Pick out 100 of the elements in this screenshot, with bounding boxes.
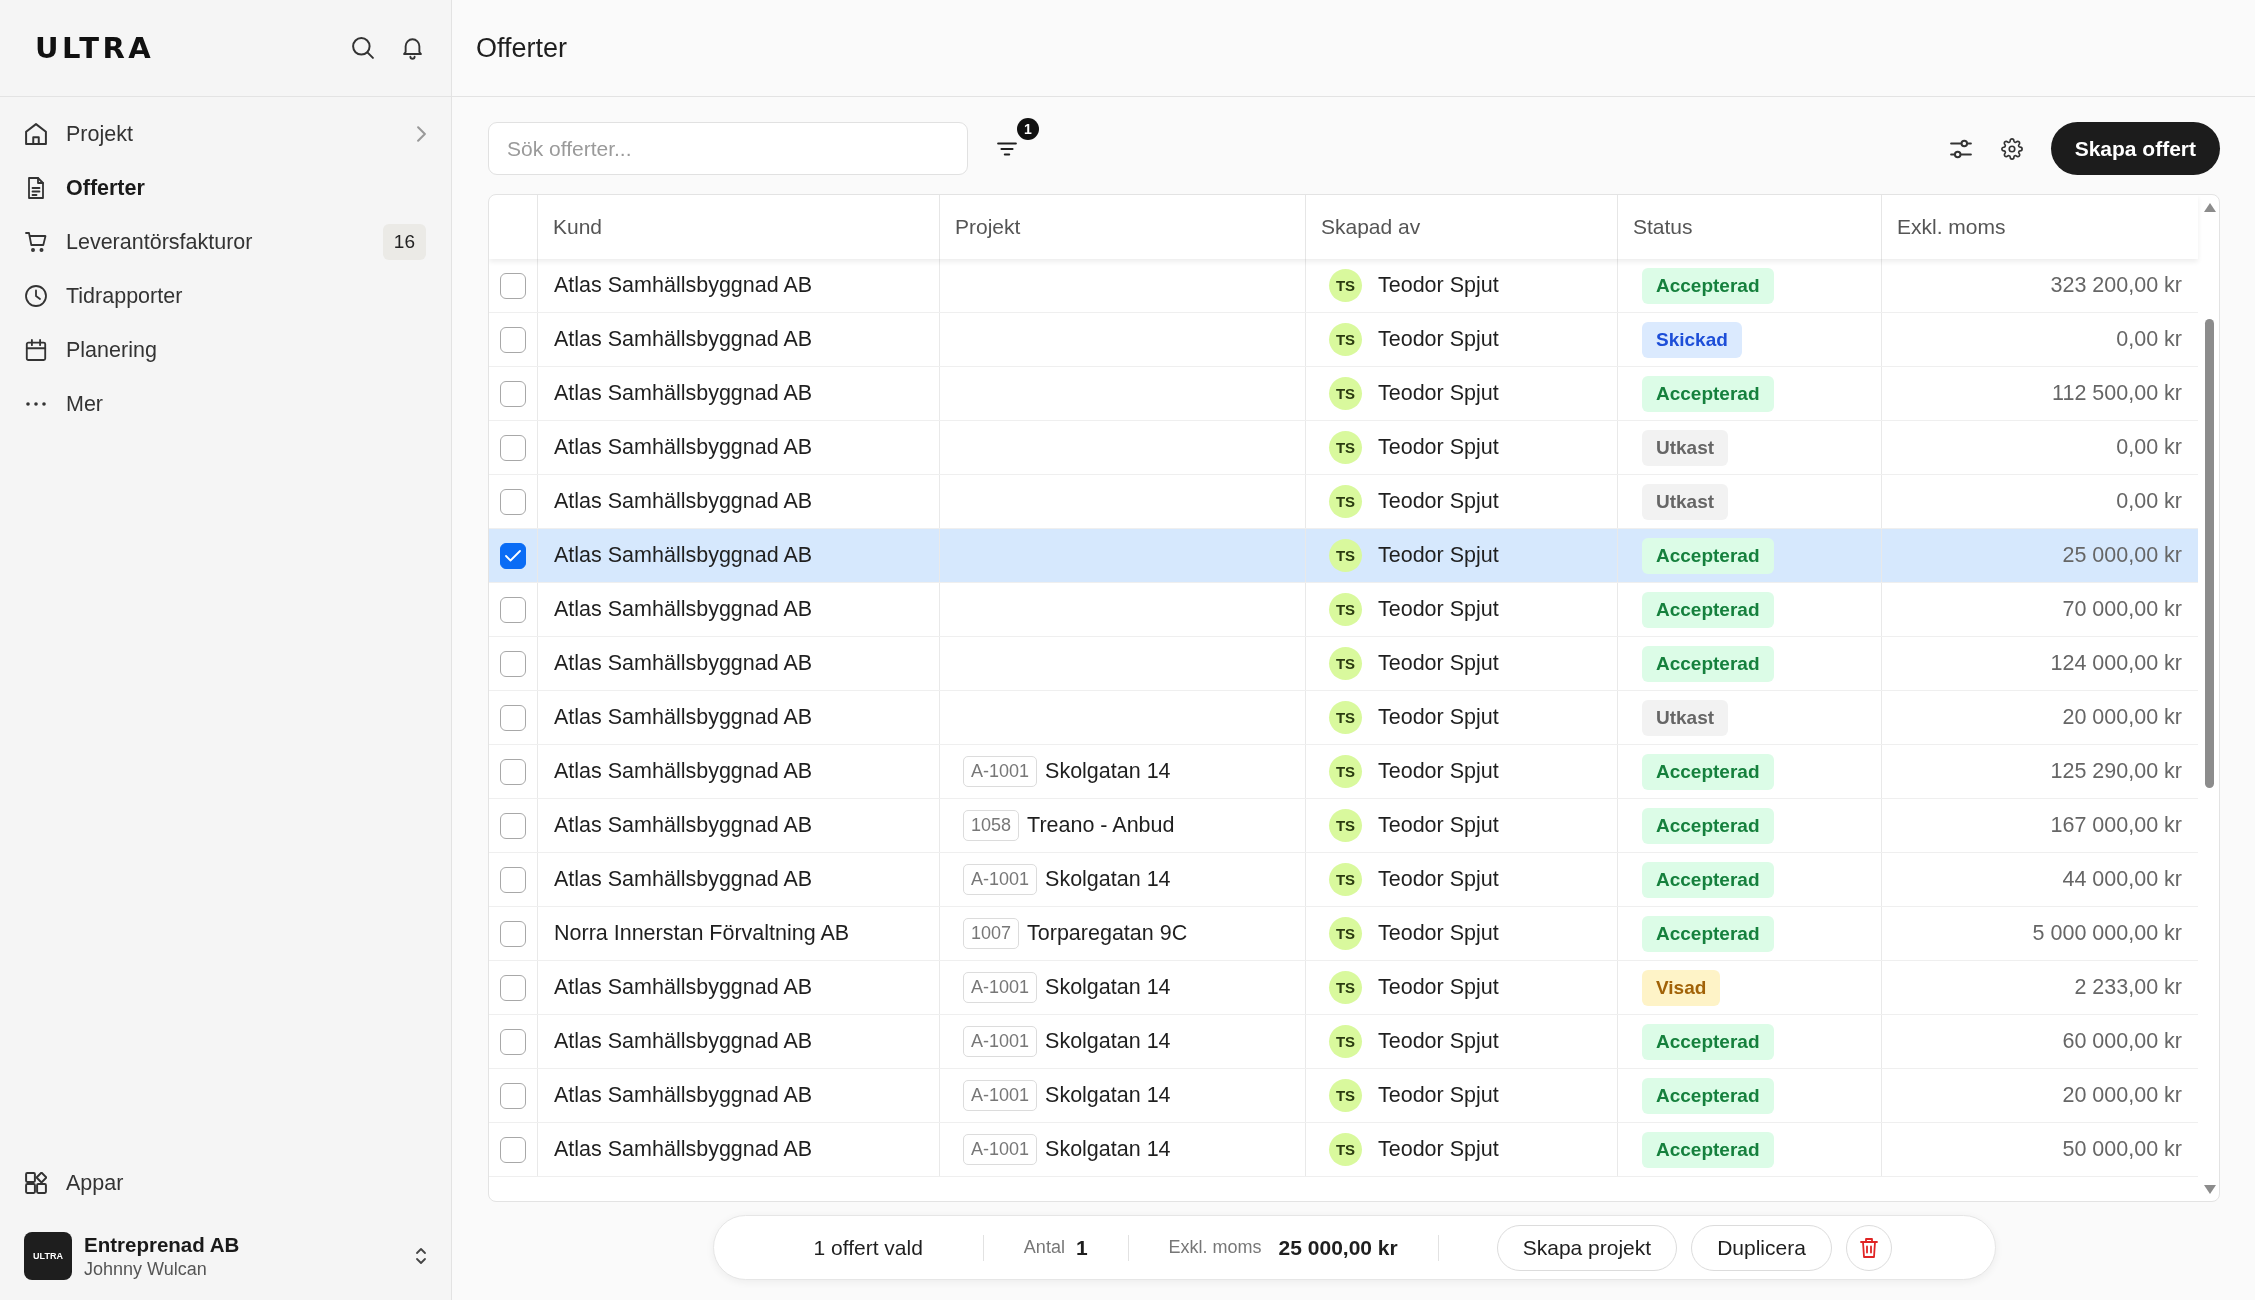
- status-tag: Accepterad: [1642, 375, 1774, 412]
- nav-item[interactable]: Offerter: [24, 161, 426, 215]
- document-icon: [25, 177, 47, 199]
- more-dots-icon: [26, 402, 46, 406]
- creator-name: Teodor Spjut: [1378, 597, 1499, 622]
- table-cell: Atlas Samhällsbyggnad AB: [537, 637, 939, 690]
- nav-item[interactable]: Planering: [24, 323, 426, 377]
- logo: ULTRA: [35, 31, 155, 65]
- checkbox[interactable]: [500, 326, 526, 353]
- company-name: Entreprenad AB: [84, 1232, 240, 1257]
- nav-item[interactable]: Tidrapporter: [24, 269, 426, 323]
- selection-summary: 1 offert vald: [813, 1235, 923, 1260]
- create-offer-button[interactable]: Skapa offert: [2050, 122, 2220, 175]
- count-label: Antal: [1023, 1237, 1065, 1258]
- checkbox[interactable]: [500, 1028, 526, 1055]
- checkbox[interactable]: [500, 380, 526, 407]
- table-cell: 70 000,00 kr: [1881, 583, 2198, 636]
- checkbox[interactable]: [500, 272, 526, 299]
- avatar: TS: [1329, 1025, 1362, 1058]
- creator-name: Teodor Spjut: [1378, 759, 1499, 784]
- table-cell: 2 233,00 kr: [1881, 961, 2198, 1014]
- action-button[interactable]: Skapa projekt: [1496, 1224, 1678, 1271]
- up-arrow-icon[interactable]: [2203, 203, 2216, 212]
- action-button[interactable]: Duplicera: [1691, 1224, 1832, 1271]
- checkbox[interactable]: [500, 650, 526, 677]
- avatar: TS: [1329, 809, 1362, 842]
- home-icon: [25, 123, 47, 145]
- checkbox[interactable]: [500, 704, 526, 731]
- table-cell: 20 000,00 kr: [1881, 1069, 2198, 1122]
- avatar: TS: [1329, 971, 1362, 1004]
- column-header[interactable]: Kund: [537, 195, 939, 259]
- avatar: TS: [1329, 539, 1362, 572]
- chevron-up-down-icon[interactable]: [415, 1246, 427, 1266]
- table-cell: Atlas Samhällsbyggnad AB: [537, 1069, 939, 1122]
- column-header[interactable]: Skapad av: [1305, 195, 1617, 259]
- checkbox[interactable]: [500, 974, 526, 1001]
- status-tag: Accepterad: [1642, 591, 1774, 628]
- avatar: TS: [1329, 485, 1362, 518]
- checkbox[interactable]: [500, 596, 526, 623]
- checkbox[interactable]: [500, 758, 526, 785]
- checkbox[interactable]: [500, 866, 526, 893]
- column-header[interactable]: Exkl. moms: [1881, 195, 2198, 259]
- creator-name: Teodor Spjut: [1378, 489, 1499, 514]
- nav-item[interactable]: Appar: [24, 1156, 426, 1210]
- avatar: TS: [1329, 323, 1362, 356]
- table-cell: Atlas Samhällsbyggnad AB: [537, 475, 939, 528]
- status-tag: Accepterad: [1642, 537, 1774, 574]
- status-tag: Skickad: [1642, 321, 1742, 358]
- cart-icon: [25, 231, 47, 253]
- checkbox[interactable]: [500, 488, 526, 515]
- project-name: Torparegatan 9C: [1027, 921, 1188, 946]
- search-icon[interactable]: [352, 37, 374, 59]
- checkbox[interactable]: [500, 1082, 526, 1109]
- project-code-tag: A-1001: [963, 972, 1038, 1003]
- search-field[interactable]: Sök offerter...: [488, 122, 968, 175]
- status-tag: Visad: [1642, 969, 1721, 1006]
- creator-name: Teodor Spjut: [1378, 435, 1499, 460]
- checkbox[interactable]: [500, 434, 526, 461]
- bell-icon[interactable]: [403, 36, 422, 60]
- checkbox[interactable]: [500, 812, 526, 839]
- table-cell: Atlas Samhällsbyggnad AB: [537, 529, 939, 582]
- avatar: TS: [1329, 647, 1362, 680]
- creator-name: Teodor Spjut: [1378, 1137, 1499, 1162]
- table-cell: 112 500,00 kr: [1881, 367, 2198, 420]
- nav-item[interactable]: Leverantörsfakturor 16: [24, 215, 426, 269]
- table-cell: 50 000,00 kr: [1881, 1123, 2198, 1176]
- creator-name: Teodor Spjut: [1378, 705, 1499, 730]
- down-arrow-icon[interactable]: [2203, 1185, 2216, 1194]
- table-cell: Atlas Samhällsbyggnad AB: [537, 799, 939, 852]
- creator-name: Teodor Spjut: [1378, 813, 1499, 838]
- table-cell: Atlas Samhällsbyggnad AB: [537, 583, 939, 636]
- checkbox[interactable]: [500, 542, 526, 569]
- sliders-icon[interactable]: [1949, 138, 1972, 159]
- creator-name: Teodor Spjut: [1378, 1029, 1499, 1054]
- settings-icon[interactable]: [2000, 137, 2023, 160]
- checkbox[interactable]: [500, 920, 526, 947]
- creator-name: Teodor Spjut: [1378, 975, 1499, 1000]
- column-header[interactable]: Projekt: [939, 195, 1305, 259]
- trash-icon: [1859, 1237, 1878, 1258]
- count-value: 1: [1075, 1235, 1088, 1260]
- table-cell: Norra Innerstan Förvaltning AB: [537, 907, 939, 960]
- project-code-tag: A-1001: [963, 756, 1038, 787]
- nav-item[interactable]: Mer: [24, 377, 426, 431]
- column-header[interactable]: Status: [1617, 195, 1881, 259]
- table-cell: 25 000,00 kr: [1881, 529, 2198, 582]
- avatar: TS: [1329, 755, 1362, 788]
- checkbox[interactable]: [500, 1136, 526, 1163]
- status-tag: Accepterad: [1642, 267, 1774, 304]
- table-cell: Atlas Samhällsbyggnad AB: [537, 1015, 939, 1068]
- status-tag: Accepterad: [1642, 1023, 1774, 1060]
- status-tag: Accepterad: [1642, 807, 1774, 844]
- project-name: Skolgatan 14: [1045, 759, 1171, 784]
- creator-name: Teodor Spjut: [1378, 327, 1499, 352]
- nav-item[interactable]: Projekt: [24, 107, 426, 161]
- table-cell: Atlas Samhällsbyggnad AB: [537, 745, 939, 798]
- creator-name: Teodor Spjut: [1378, 543, 1499, 568]
- scrollbar-thumb[interactable]: [2205, 319, 2214, 788]
- filter-icon[interactable]: [997, 141, 1017, 156]
- avatar: TS: [1329, 917, 1362, 950]
- user-name: Johnny Wulcan: [84, 1258, 207, 1280]
